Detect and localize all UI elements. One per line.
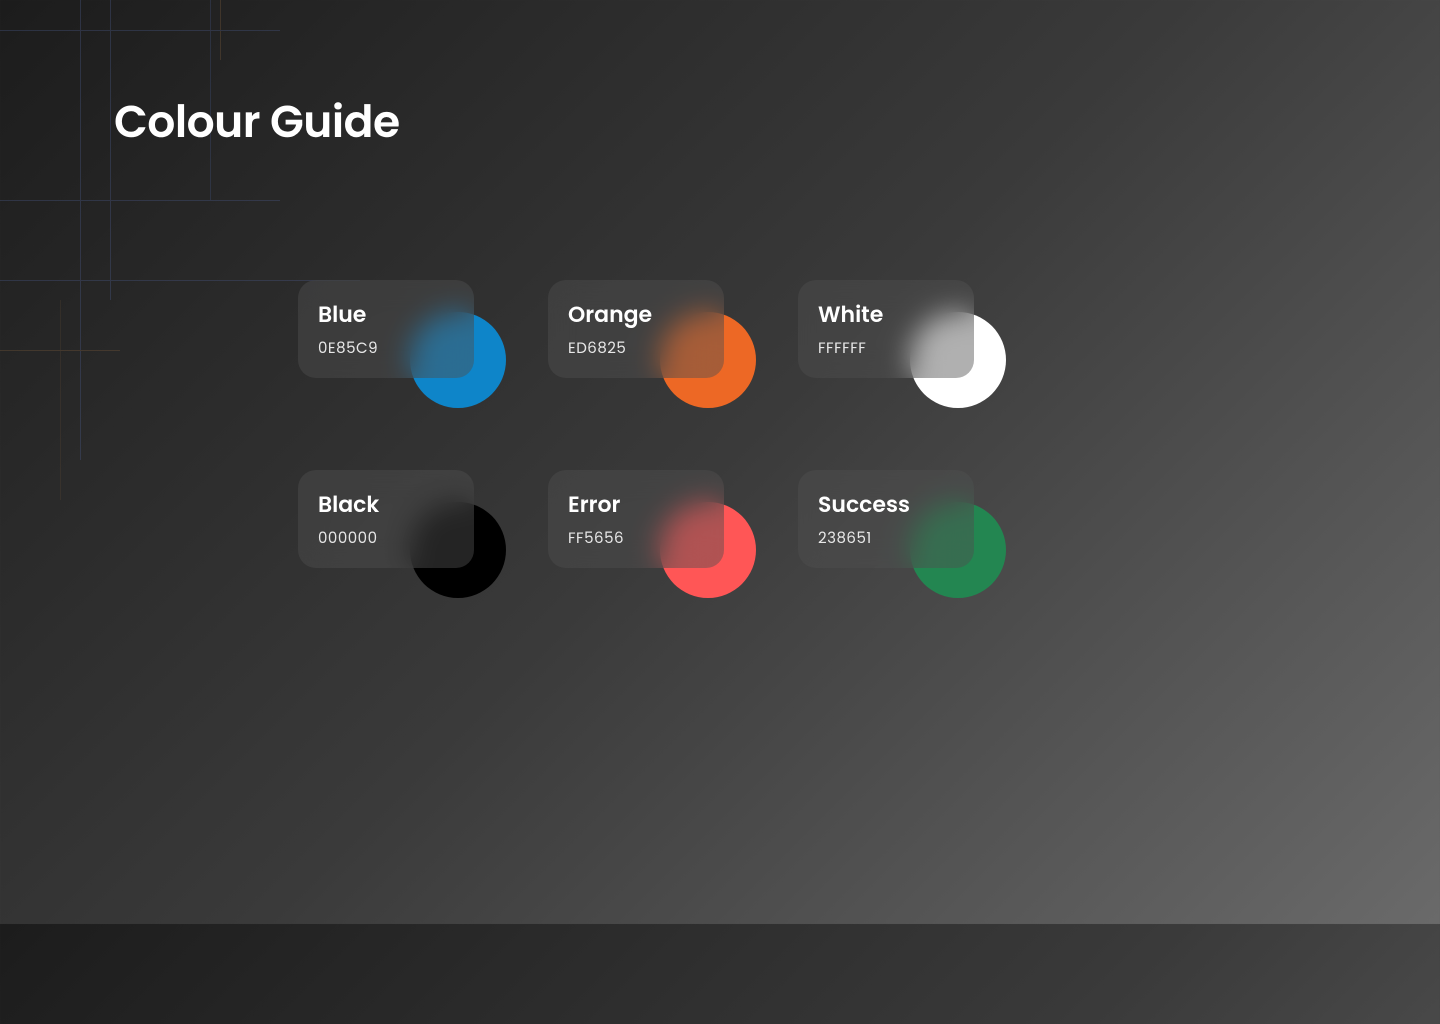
swatch-name: Orange	[568, 298, 704, 331]
swatch-orange: Orange ED6825	[548, 280, 798, 470]
swatch-hex: FFFFFF	[818, 337, 954, 360]
swatch-hex: 000000	[318, 527, 454, 550]
swatch-success: Success 238651	[798, 470, 1048, 660]
swatch-card: Orange ED6825	[548, 280, 724, 378]
page-title: Colour Guide	[114, 90, 400, 155]
swatch-card: Error FF5656	[548, 470, 724, 568]
swatch-hex: 238651	[818, 527, 954, 550]
swatch-name: Black	[318, 488, 454, 521]
swatch-white: White FFFFFF	[798, 280, 1048, 470]
swatch-name: Error	[568, 488, 704, 521]
swatch-hex: ED6825	[568, 337, 704, 360]
swatch-name: Success	[818, 488, 954, 521]
swatch-name: Blue	[318, 298, 454, 331]
swatch-name: White	[818, 298, 954, 331]
swatch-card: Blue 0E85C9	[298, 280, 474, 378]
swatch-error: Error FF5656	[548, 470, 798, 660]
swatch-card: Black 000000	[298, 470, 474, 568]
swatch-grid: Blue 0E85C9 Orange ED6825 White FFFFFF B…	[298, 280, 1048, 660]
swatch-hex: 0E85C9	[318, 337, 454, 360]
swatch-card: Success 238651	[798, 470, 974, 568]
swatch-card: White FFFFFF	[798, 280, 974, 378]
swatch-black: Black 000000	[298, 470, 548, 660]
swatch-hex: FF5656	[568, 527, 704, 550]
swatch-blue: Blue 0E85C9	[298, 280, 548, 470]
